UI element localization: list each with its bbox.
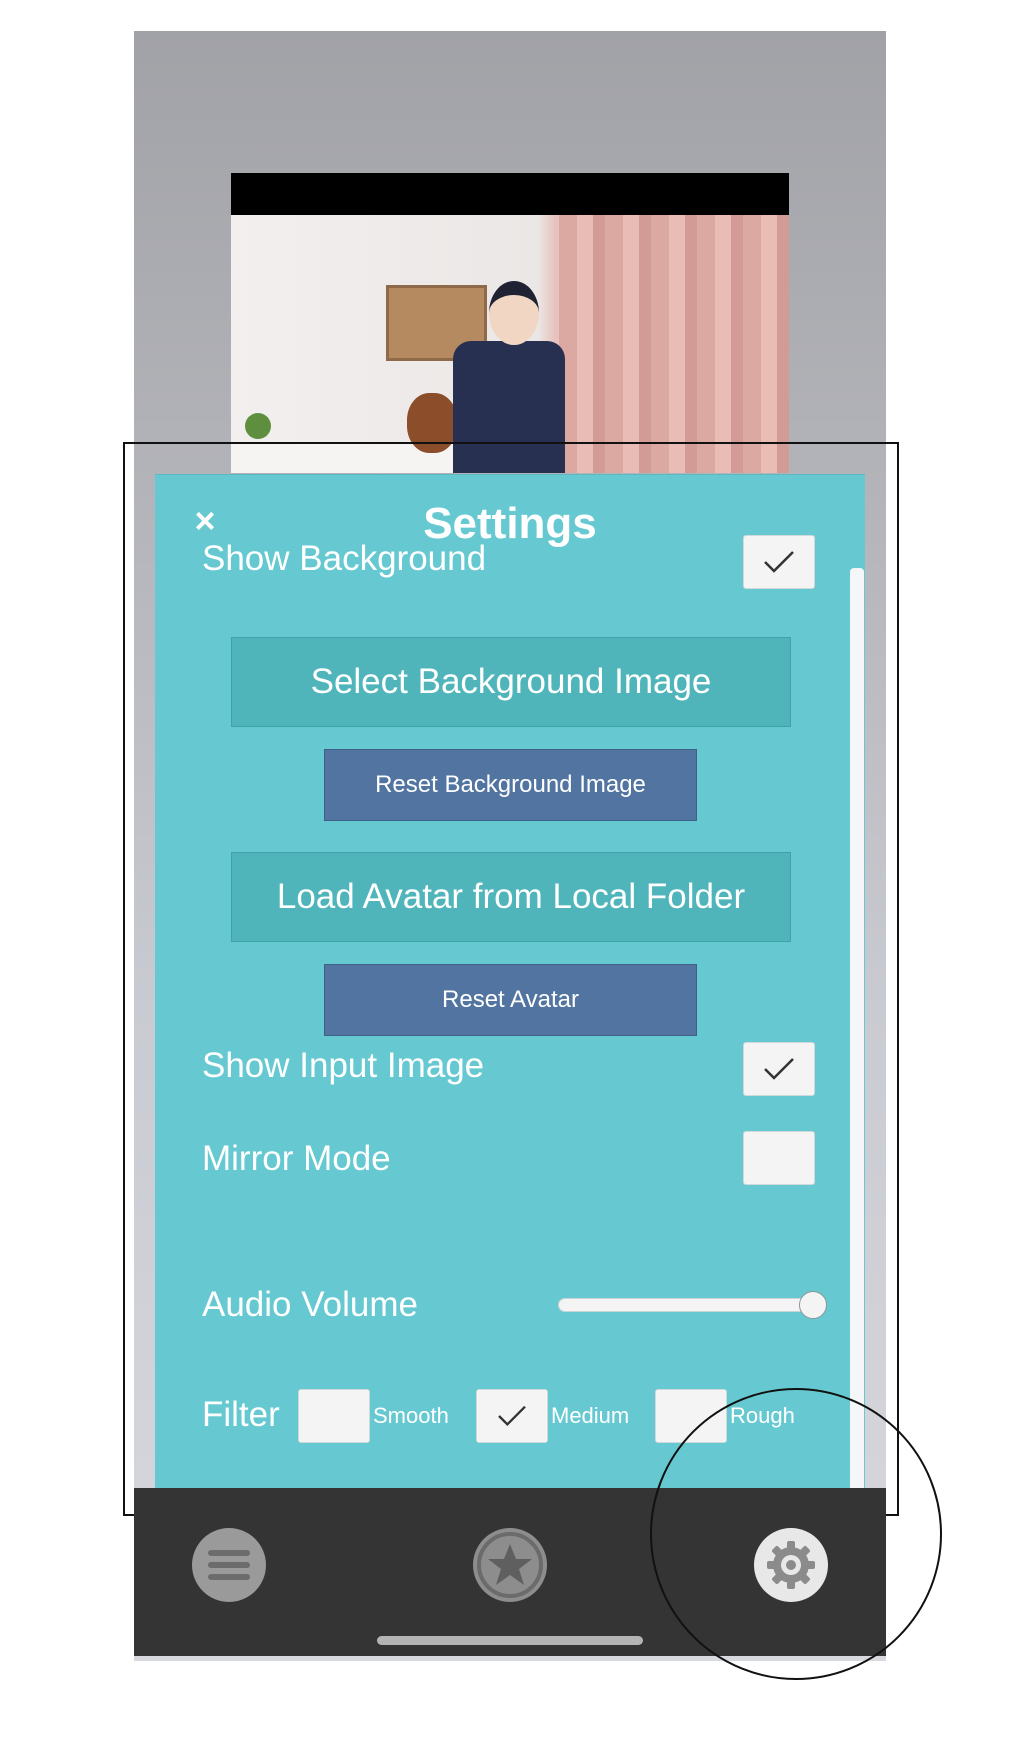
filter-smooth-label: Smooth (373, 1403, 449, 1428)
video-curtain (559, 215, 789, 473)
settings-scrollbar[interactable] (850, 568, 864, 1490)
bottom-navbar (134, 1488, 886, 1656)
mirror-mode-label: Mirror Mode (202, 1139, 391, 1178)
mirror-mode-checkbox[interactable] (743, 1131, 815, 1185)
reset-background-button[interactable]: Reset Background Image (324, 749, 697, 821)
filter-medium-label: Medium (551, 1403, 630, 1428)
filter-medium-checkbox[interactable] (476, 1389, 548, 1443)
show-input-image-label: Show Input Image (202, 1046, 485, 1085)
filter-label: Filter (202, 1395, 280, 1434)
menu-icon[interactable] (192, 1528, 266, 1602)
checkmark-icon (498, 1405, 526, 1426)
checkmark-icon (764, 1058, 794, 1080)
input-video-preview (231, 173, 789, 473)
video-letterbox-bar (231, 173, 789, 215)
gear-icon[interactable] (754, 1528, 828, 1602)
show-background-label: Show Background (202, 539, 487, 578)
filter-smooth-checkbox[interactable] (298, 1389, 370, 1443)
load-avatar-button[interactable]: Load Avatar from Local Folder (231, 852, 791, 942)
gear-icon-glyph (767, 1541, 815, 1589)
show-background-checkbox[interactable] (743, 535, 815, 589)
home-indicator (377, 1636, 643, 1645)
settings-panel: × Settings Show Background Select Backgr… (155, 474, 865, 1490)
video-plant (245, 413, 271, 439)
filter-rough-checkbox[interactable] (655, 1389, 727, 1443)
select-background-button[interactable]: Select Background Image (231, 637, 791, 727)
star-icon[interactable] (473, 1528, 547, 1602)
audio-volume-slider-handle[interactable] (799, 1291, 827, 1319)
audio-volume-label: Audio Volume (202, 1285, 418, 1324)
show-input-image-checkbox[interactable] (743, 1042, 815, 1096)
star-icon-glyph (477, 1532, 543, 1598)
reset-avatar-button[interactable]: Reset Avatar (324, 964, 697, 1036)
filter-rough-label: Rough (730, 1403, 795, 1428)
video-person-head (489, 281, 539, 345)
menu-icon-glyph (208, 1550, 250, 1580)
audio-volume-slider[interactable] (558, 1298, 824, 1312)
video-teddy-bear (407, 393, 457, 453)
video-person-body (453, 341, 565, 473)
checkmark-icon (764, 551, 794, 573)
